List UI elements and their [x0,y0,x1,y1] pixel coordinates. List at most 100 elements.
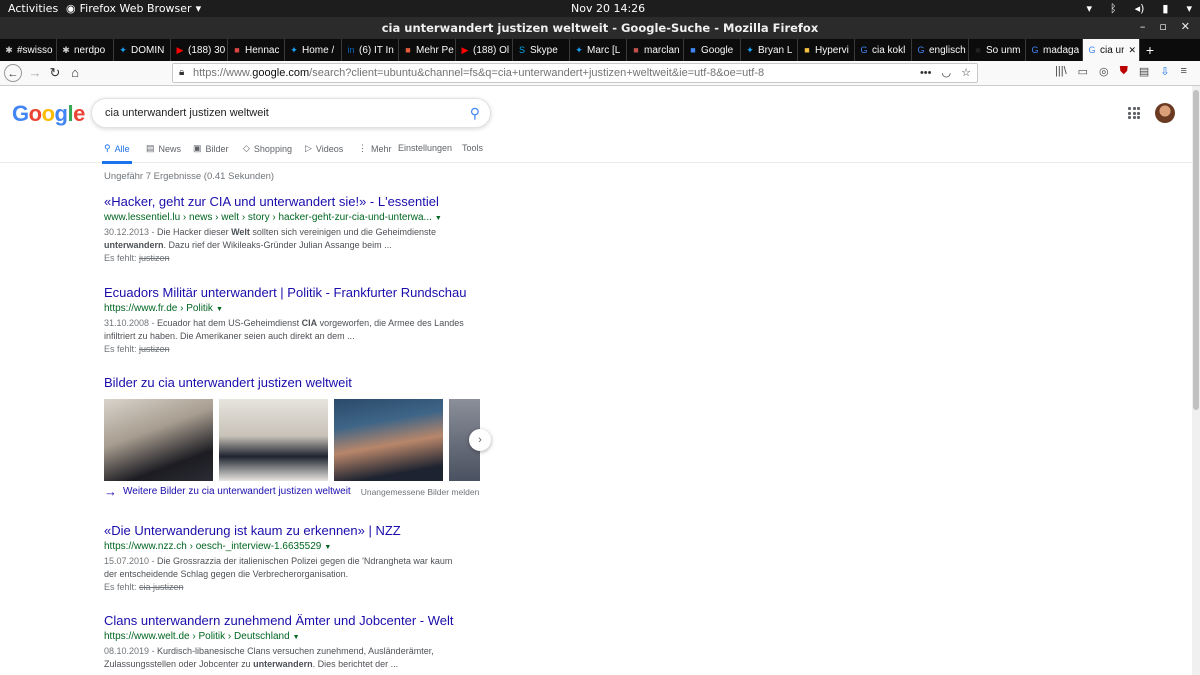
pocket-icon[interactable]: ◡ [942,64,952,82]
tab-einstellungen[interactable]: Einstellungen [398,143,452,153]
lock-icon[interactable]: 🔒︎ [179,64,184,82]
tab-bilder[interactable]: ▣ Bilder [193,143,229,154]
search-result: Ecuadors Militär unterwandert | Politik … [104,285,466,354]
tab-mehr[interactable]: ⋮ Mehr [358,143,392,154]
browser-tab[interactable]: ✦ DOMIN [114,39,171,61]
result-snippet-text: Die Grossrazzia der italienischen Polize… [104,556,453,579]
app-name: Firefox Web Browser [79,2,192,15]
date-separator: - [149,318,158,328]
image-thumbnail[interactable] [104,399,213,481]
search-result: «Die Unterwanderung ist kaum zu erkennen… [104,523,464,592]
tab-alle[interactable]: ⚲ Alle [102,143,132,164]
browser-tab[interactable]: ✱ #swisso [0,39,57,61]
app-menu[interactable]: ◉ Firefox Web Browser ▾ [66,2,201,15]
avatar[interactable] [1155,103,1175,123]
system-tray[interactable]: ▾ ᛒ ◂) ▮ ▾ [1086,2,1192,15]
browser-tab-label: (188) Ol [473,44,510,56]
back-button[interactable]: ← [4,64,22,82]
google-logo[interactable]: Google [12,101,85,127]
browser-tab[interactable]: S Skype [513,39,570,61]
result-title-link[interactable]: «Die Unterwanderung ist kaum zu erkennen… [104,523,464,538]
reload-button[interactable]: ↻ [46,64,64,82]
image-thumbnail[interactable] [219,399,328,481]
image-results-title[interactable]: Bilder zu cia unterwandert justizen welt… [104,375,484,390]
sidebar-icon[interactable]: ▭ [1078,65,1088,78]
apps-dot [1132,107,1136,110]
minimize-icon[interactable]: – [1140,20,1146,33]
search-input[interactable]: cia unterwandert justizen weltweit ⚲ [91,98,491,128]
download-icon[interactable]: ⇩ [1160,65,1169,78]
power-menu-icon: ▾ [1186,2,1192,15]
browser-tab[interactable]: Gcia ur ✕ [1083,39,1140,61]
activities-button[interactable]: Activities [8,2,58,15]
result-title-link[interactable]: Clans unterwandern zunehmend Ämter und J… [104,613,464,628]
result-title-link[interactable]: Ecuadors Militär unterwandert | Politik … [104,285,466,300]
caret-down-icon[interactable]: ▼ [435,215,442,222]
browser-tab[interactable]: ■ Hennac [228,39,285,61]
browser-tab[interactable]: ■ Google [684,39,741,61]
caret-down-icon[interactable]: ▼ [324,544,331,551]
new-tab-button[interactable]: + [1140,39,1160,61]
search-icon[interactable]: ⚲ [470,99,480,127]
browser-tab[interactable]: ■ Mehr Pe [399,39,456,61]
tab-label: Alle [114,143,130,154]
result-url[interactable]: www.lessentiel.lu › news › welt › story … [104,212,464,223]
tab-label: Tools [462,143,484,153]
date-separator: - [149,556,158,566]
ublock-icon[interactable]: ⛊ [1120,65,1128,78]
result-title-link[interactable]: «Hacker, geht zur CIA und unterwandert s… [104,194,464,209]
tab-news[interactable]: ▤ News [146,143,181,154]
browser-tab[interactable]: ✦ Bryan L [741,39,798,61]
logo-letter: o [41,101,55,126]
url-path: /search?client=ubuntu&channel=fs&q=cia+u… [309,67,765,79]
page-actions-icon[interactable]: ••• [920,64,932,82]
bookmark-star-icon[interactable]: ☆ [961,64,971,82]
browser-tab[interactable]: in (6) IT In [342,39,399,61]
tab-shopping[interactable]: ◇ Shopping [243,143,292,154]
youtube-icon: ▶ [461,45,469,55]
more-images-link[interactable]: Weitere Bilder zu cia unterwandert justi… [123,486,351,497]
browser-tab[interactable]: ▶ (188) Ol [456,39,513,61]
browser-tab[interactable]: ■ Hypervi [798,39,855,61]
library-icon[interactable]: |||\ [1055,65,1067,78]
maximize-icon[interactable]: ▫ [1159,20,1166,33]
result-url[interactable]: https://www.fr.de › Politik ▼ [104,303,464,314]
tab-tools[interactable]: Tools [462,143,483,153]
browser-tab-label: #swisso [17,44,53,56]
caret-down-icon[interactable]: ▼ [293,634,300,641]
browser-tab[interactable]: Gmadaga [1026,39,1083,61]
image-thumbnail-row [104,399,480,481]
result-date: 15.07.2010 [104,556,150,566]
browser-tab[interactable]: Gcia kokl [855,39,912,61]
browser-tab[interactable]: ✱ nerdpo [57,39,114,61]
browser-tab[interactable]: Genglisch [912,39,969,61]
extension-icon[interactable]: ▤ [1139,65,1149,78]
report-images-link[interactable]: Unangemessene Bilder melden [361,487,480,497]
home-button[interactable]: ⌂ [66,64,84,82]
result-url-text: https://www.welt.de › Politik › Deutschl… [104,631,290,642]
close-tab-icon[interactable]: ✕ [1128,45,1136,56]
chevron-right-icon[interactable]: › [469,429,491,451]
menu-icon[interactable]: ≡ [1181,65,1187,78]
close-window-icon[interactable]: ✕ [1181,20,1190,33]
forward-button[interactable]: → [26,64,44,82]
tab-videos[interactable]: ▷ Videos [305,143,343,154]
account-icon[interactable]: ◎ [1099,65,1109,78]
browser-tab[interactable]: ✦ Marc [L [570,39,627,61]
browser-tab[interactable]: ■ So unm [969,39,1026,61]
result-url[interactable]: https://www.welt.de › Politik › Deutschl… [104,631,464,642]
clock[interactable]: Nov 20 14:26 [571,2,645,15]
search-result: «Hacker, geht zur CIA und unterwandert s… [104,194,464,263]
result-snippet: 08.10.2019 - Kurdisch-libanesische Clans… [104,645,464,671]
caret-down-icon[interactable]: ▼ [216,306,223,313]
browser-tab[interactable]: ▶ (188) 30 [171,39,228,61]
page-scrollbar[interactable] [1192,86,1200,675]
result-url[interactable]: https://www.nzz.ch › oesch-_interview-1.… [104,541,464,552]
browser-tab[interactable]: ✦ Home / [285,39,342,61]
browser-tab[interactable]: ■ marclan [627,39,684,61]
image-thumbnail[interactable] [334,399,443,481]
browser-tab-label: Bryan L [758,44,793,56]
google-apps-icon[interactable] [1128,107,1140,119]
address-bar[interactable]: 🔒︎ https://www.google.com/search?client=… [172,63,978,83]
scrollbar-thumb[interactable] [1193,90,1199,410]
